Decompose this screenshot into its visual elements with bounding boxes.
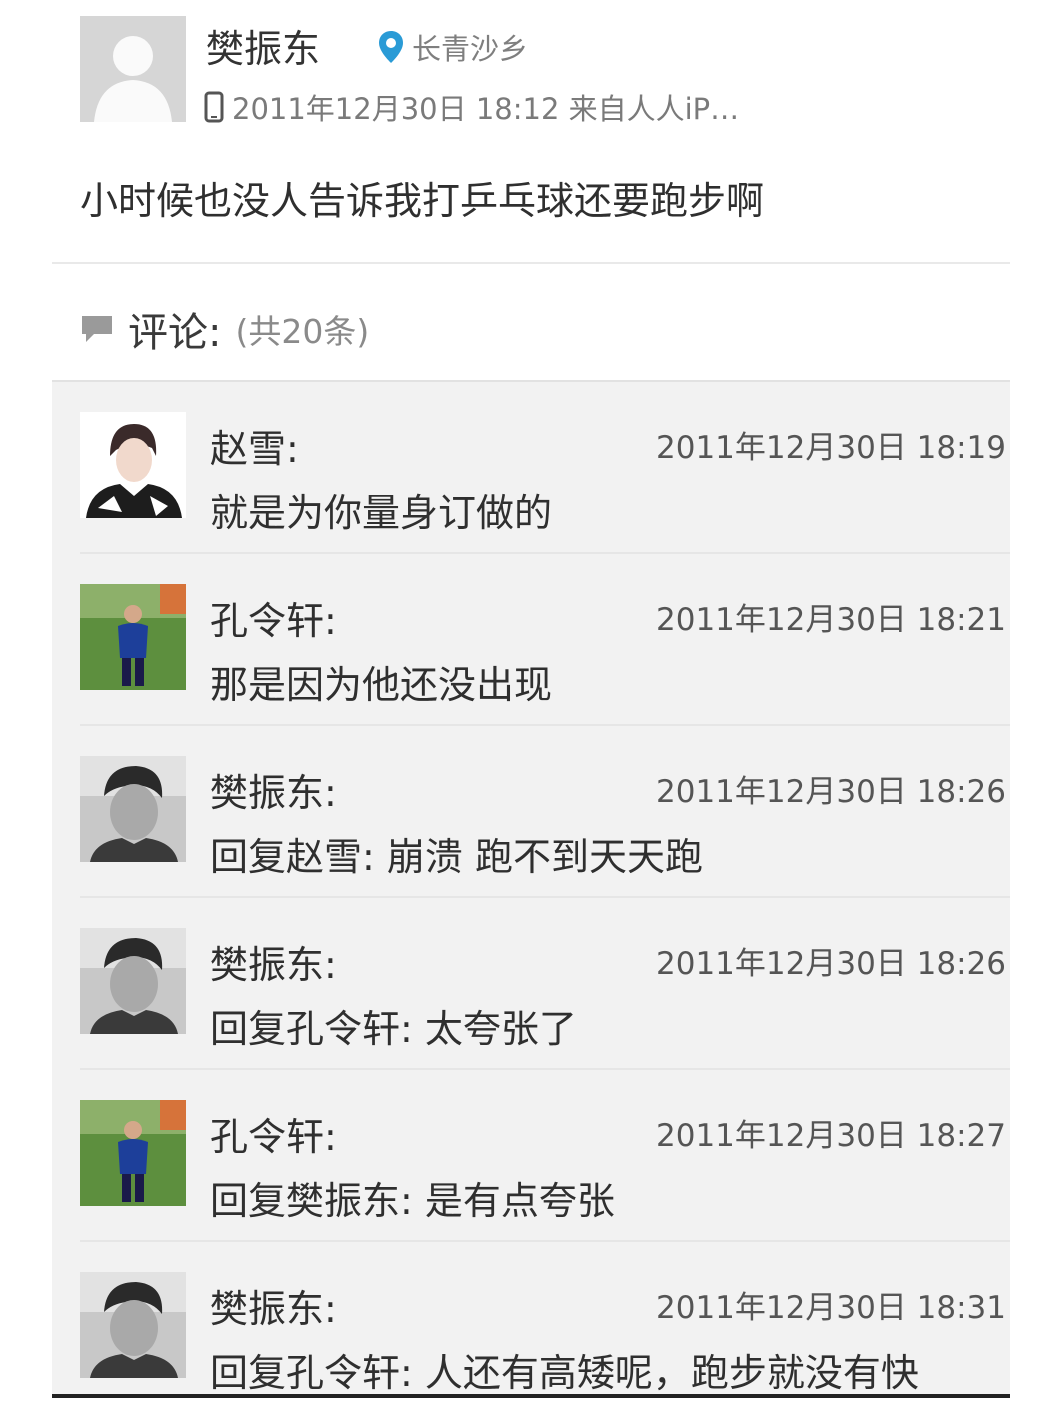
comment-author[interactable]: 樊振东: xyxy=(210,934,337,989)
comment-item: 孔令轩: 2011年12月30日 18:27 回复樊振东: 是有点夸张 xyxy=(52,1070,1010,1242)
comment-item: 孔令轩: 2011年12月30日 18:21 那是因为他还没出现 xyxy=(52,554,1010,726)
comment-author[interactable]: 樊振东: xyxy=(210,762,337,817)
comment-item: 樊振东: 2011年12月30日 18:26 回复孔令轩: 太夸张了 xyxy=(52,898,1010,1070)
avatar-fan-zhendong[interactable] xyxy=(80,928,186,1034)
comment-item: 赵雪: 2011年12月30日 18:19 就是为你量身订做的 xyxy=(52,382,1010,554)
avatar-photo xyxy=(80,928,186,1034)
location-text: 长青沙乡 xyxy=(412,32,529,66)
comment-text: 回复樊振东: 是有点夸张 xyxy=(210,1179,615,1223)
post-location[interactable]: 长青沙乡 xyxy=(378,26,528,68)
divider xyxy=(52,262,1010,264)
avatar-photo xyxy=(80,412,186,518)
location-pin-icon xyxy=(379,31,403,63)
avatar-photo xyxy=(80,584,186,690)
post-content: 小时候也没人告诉我打乒乓球还要跑步啊 xyxy=(80,179,765,223)
comment-item: 樊振东: 2011年12月30日 18:31 回复孔令轩: 人还有高矮呢，跑步就… xyxy=(52,1242,1010,1397)
default-avatar[interactable] xyxy=(80,16,186,122)
comment-text: 回复赵雪: 崩溃 跑不到天天跑 xyxy=(210,835,703,879)
comment-timestamp: 2011年12月30日 18:27 xyxy=(656,1118,1006,1154)
comment-text: 回复孔令轩: 太夸张了 xyxy=(210,1007,577,1051)
comments-title: 评论: xyxy=(128,310,222,356)
post: 樊振东 长青沙乡 2011年12月30日 18:12 来自人人iP… 小时候也没… xyxy=(0,0,1052,262)
bottom-border xyxy=(52,1394,1010,1398)
avatar-fan-zhendong[interactable] xyxy=(80,1272,186,1378)
post-meta: 2011年12月30日 18:12 来自人人iP… xyxy=(204,86,739,128)
comment-text: 就是为你量身订做的 xyxy=(210,491,553,535)
user-silhouette-icon xyxy=(80,16,186,122)
post-author[interactable]: 樊振东 xyxy=(206,18,320,73)
avatar-kong-lingxuan[interactable] xyxy=(80,584,186,690)
avatar-fan-zhendong[interactable] xyxy=(80,756,186,862)
comment-item: 樊振东: 2011年12月30日 18:26 回复赵雪: 崩溃 跑不到天天跑 xyxy=(52,726,1010,898)
avatar-photo xyxy=(80,1272,186,1378)
comment-timestamp: 2011年12月30日 18:26 xyxy=(656,946,1006,982)
comment-author[interactable]: 赵雪: xyxy=(210,418,299,473)
avatar-photo xyxy=(80,1100,186,1206)
comment-timestamp: 2011年12月30日 18:19 xyxy=(656,430,1006,466)
comment-list: 赵雪: 2011年12月30日 18:19 就是为你量身订做的 孔令轩: 201… xyxy=(52,380,1010,1397)
avatar-zhao-xue[interactable] xyxy=(80,412,186,518)
comment-bubble-icon xyxy=(82,316,112,342)
comment-text: 回复孔令轩: 人还有高矮呢，跑步就没有快 xyxy=(210,1351,919,1395)
phone-icon xyxy=(204,91,224,123)
comment-author[interactable]: 孔令轩: xyxy=(210,1106,337,1161)
avatar-kong-lingxuan[interactable] xyxy=(80,1100,186,1206)
comment-text: 那是因为他还没出现 xyxy=(210,663,553,707)
comment-author[interactable]: 孔令轩: xyxy=(210,590,337,645)
post-timestamp-source: 2011年12月30日 18:12 来自人人iP… xyxy=(232,92,740,126)
comments-header: 评论: (共20条) xyxy=(80,300,369,358)
comment-timestamp: 2011年12月30日 18:31 xyxy=(656,1290,1006,1326)
comment-author[interactable]: 樊振东: xyxy=(210,1278,337,1333)
comments-count: (共20条) xyxy=(235,312,370,351)
comment-timestamp: 2011年12月30日 18:21 xyxy=(656,602,1006,638)
avatar-photo xyxy=(80,756,186,862)
comment-timestamp: 2011年12月30日 18:26 xyxy=(656,774,1006,810)
